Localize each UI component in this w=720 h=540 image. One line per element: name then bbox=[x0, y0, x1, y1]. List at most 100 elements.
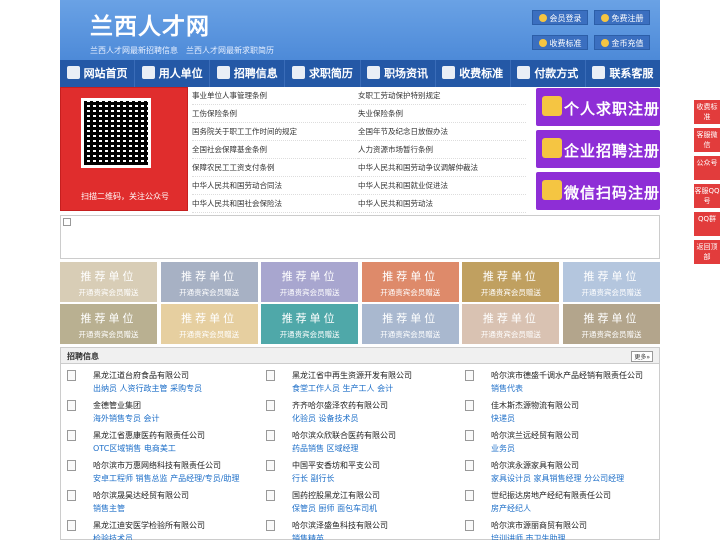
nav-home[interactable]: 网站首页 bbox=[60, 60, 136, 87]
law-link[interactable]: 国务院关于职工工作时间的规定 bbox=[192, 123, 360, 141]
company-name[interactable]: 哈尔滨泽盛鱼科技有限公司 bbox=[292, 520, 388, 531]
company-name[interactable]: 哈尔滨市源丽商贸有限公司 bbox=[491, 520, 587, 531]
job-positions[interactable]: 安卓工程师 销售总监 产品经理/专员/助理 bbox=[93, 473, 239, 484]
job-positions[interactable]: 出纳员 人资行政主管 采购专员 bbox=[93, 383, 202, 394]
company-name[interactable]: 哈尔滨晟昊达经贸有限公司 bbox=[93, 490, 189, 501]
company-name[interactable]: 中国平安香坊和平支公司 bbox=[292, 460, 380, 471]
company-name[interactable]: 黑龙江省惠康医药有限责任公司 bbox=[93, 430, 205, 441]
job-positions[interactable]: 销售代表 bbox=[491, 383, 523, 394]
nav-resumes[interactable]: 求职简历 bbox=[285, 60, 361, 87]
nav-payment[interactable]: 付款方式 bbox=[511, 60, 586, 87]
job-positions[interactable]: 检验技术员 bbox=[93, 533, 133, 540]
job-item[interactable]: 哈尔滨市源丽商贸有限公司培训讲师 市卫生助理 bbox=[459, 518, 655, 540]
company-name[interactable]: 黑龙江道台府食品有限公司 bbox=[93, 370, 189, 381]
job-item[interactable]: 黑龙江迪安医学检验所有限公司检验技术员 bbox=[61, 518, 257, 540]
side-button[interactable]: 客服微信 bbox=[694, 128, 720, 152]
company-name[interactable]: 黑龙江迪安医学检验所有限公司 bbox=[93, 520, 205, 531]
law-link[interactable]: 事业单位人事管理条例 bbox=[192, 87, 360, 105]
recommended-employer-ad[interactable]: 推荐单位 开通贵宾会员赠送 bbox=[60, 304, 157, 344]
company-name[interactable]: 哈尔滨市德盛千调水产品经销有限责任公司 bbox=[491, 370, 643, 381]
recommended-employer-ad[interactable]: 推荐单位 开通贵宾会员赠送 bbox=[361, 304, 459, 344]
side-button[interactable]: 返回顶部 bbox=[694, 240, 720, 264]
job-positions[interactable]: 家具设计员 家具销售经理 分公司经理 bbox=[491, 473, 624, 484]
job-item[interactable]: 世纪振达房地产经纪有限责任公司 房产经纪人 bbox=[459, 488, 655, 518]
job-item[interactable]: 哈尔滨众欣联合医药有限公司 药品销售 区域经理 bbox=[260, 428, 456, 458]
side-button[interactable]: QQ群 bbox=[694, 212, 720, 236]
job-item[interactable]: 齐齐哈尔盛泽农药有限公司 化验员 设备技术员 bbox=[260, 398, 456, 428]
law-link[interactable]: 人力资源市场暂行条例 bbox=[358, 141, 526, 159]
wechat-register-button[interactable]: 微信扫码注册 bbox=[536, 172, 660, 210]
company-name[interactable]: 哈尔滨兰远经贸有限公司 bbox=[491, 430, 579, 441]
law-link[interactable]: 保障农民工工资支付条例 bbox=[192, 159, 360, 177]
job-item[interactable]: 国药控股黑龙江有限公司 保管员 厨师 面包车司机 bbox=[260, 488, 456, 518]
law-link[interactable]: 全国社会保障基金条例 bbox=[192, 141, 360, 159]
recommended-employer-ad[interactable]: 推荐单位 开通贵宾会员赠送 bbox=[160, 304, 258, 344]
company-name[interactable]: 哈尔滨市万惠网络科技有限责任公司 bbox=[93, 460, 221, 471]
job-positions[interactable]: OTC区域销售 电商美工 bbox=[93, 443, 176, 454]
law-link[interactable]: 中华人民共和国社会保险法 bbox=[192, 195, 360, 213]
company-name[interactable]: 哈尔滨永源家具有限公司 bbox=[491, 460, 579, 471]
recommended-employer-ad[interactable]: 推荐单位 开通贵宾会员赠送 bbox=[462, 304, 560, 344]
jobseeker-register-button[interactable]: 个人求职注册 bbox=[536, 88, 660, 126]
law-link[interactable]: 工伤保险条例 bbox=[192, 105, 360, 123]
fees-button[interactable]: 收费标准 bbox=[532, 35, 588, 50]
company-name[interactable]: 齐齐哈尔盛泽农药有限公司 bbox=[292, 400, 388, 411]
recommended-employer-ad[interactable]: 推荐单位 开通贵宾会员赠送 bbox=[60, 262, 157, 302]
more-link[interactable]: 更多» bbox=[631, 351, 653, 362]
job-positions[interactable]: 销售精英 bbox=[292, 533, 324, 540]
job-item[interactable]: 哈尔滨市万惠网络科技有限责任公司安卓工程师 销售总监 产品经理/专员/助理 bbox=[61, 458, 257, 488]
law-link[interactable]: 中华人民共和国劳动法 bbox=[358, 195, 526, 213]
nav-news[interactable]: 职场资讯 bbox=[361, 60, 436, 87]
job-positions[interactable]: 销售主管 bbox=[93, 503, 125, 514]
law-link[interactable]: 中华人民共和国劳动争议调解仲裁法 bbox=[358, 159, 526, 177]
job-item[interactable]: 哈尔滨永源家具有限公司家具设计员 家具销售经理 分公司经理 bbox=[459, 458, 655, 488]
job-item[interactable]: 黑龙江省中再生资源开发有限公司 食堂工作人员 生产工人 会计 bbox=[260, 368, 456, 398]
recommended-employer-ad[interactable]: 推荐单位 开通贵宾会员赠送 bbox=[563, 262, 660, 302]
company-name[interactable]: 哈尔滨众欣联合医药有限公司 bbox=[292, 430, 396, 441]
login-button[interactable]: 会员登录 bbox=[532, 10, 588, 25]
recommended-employer-ad[interactable]: 推荐单位 开通贵宾会员赠送 bbox=[361, 262, 459, 302]
side-button[interactable]: 收费标准 bbox=[694, 100, 720, 124]
job-positions[interactable]: 快递员 bbox=[491, 413, 515, 424]
nav-fees[interactable]: 收费标准 bbox=[436, 60, 511, 87]
law-link[interactable]: 中华人民共和国劳动合同法 bbox=[192, 177, 360, 195]
law-link[interactable]: 全国年节及纪念日放假办法 bbox=[358, 123, 526, 141]
job-item[interactable]: 金德管业集团海外销售专员 会计 bbox=[61, 398, 257, 428]
register-button[interactable]: 免费注册 bbox=[594, 10, 650, 25]
recommended-employer-ad[interactable]: 推荐单位 开通贵宾会员赠送 bbox=[261, 304, 359, 344]
nav-employers[interactable]: 用人单位 bbox=[135, 60, 211, 87]
job-item[interactable]: 哈尔滨泽盛鱼科技有限公司销售精英 bbox=[260, 518, 456, 540]
recommended-employer-ad[interactable]: 推荐单位 开通贵宾会员赠送 bbox=[160, 262, 258, 302]
job-item[interactable]: 佳木斯杰源物流有限公司 快递员 bbox=[459, 398, 655, 428]
side-button[interactable]: 公众号 bbox=[694, 156, 720, 180]
job-positions[interactable]: 培训讲师 市卫生助理 bbox=[491, 533, 566, 540]
job-item[interactable]: 哈尔滨兰远经贸有限公司 业务员 bbox=[459, 428, 655, 458]
law-link[interactable]: 失业保险条例 bbox=[358, 105, 526, 123]
company-name[interactable]: 国药控股黑龙江有限公司 bbox=[292, 490, 380, 501]
company-name[interactable]: 黑龙江省中再生资源开发有限公司 bbox=[292, 370, 412, 381]
company-name[interactable]: 佳木斯杰源物流有限公司 bbox=[491, 400, 579, 411]
site-logo[interactable]: 兰西人才网 bbox=[90, 7, 210, 41]
nav-jobs[interactable]: 招聘信息 bbox=[210, 60, 286, 87]
recharge-button[interactable]: 金币充值 bbox=[594, 35, 650, 50]
company-name[interactable]: 世纪振达房地产经纪有限责任公司 bbox=[491, 490, 611, 501]
job-positions[interactable]: 行长 副行长 bbox=[292, 473, 335, 484]
company-name[interactable]: 金德管业集团 bbox=[93, 400, 141, 411]
job-item[interactable]: 哈尔滨市德盛千调水产品经销有限责任公司 销售代表 bbox=[459, 368, 655, 398]
banner-ad[interactable] bbox=[60, 215, 660, 259]
job-positions[interactable]: 药品销售 区域经理 bbox=[292, 443, 359, 454]
recommended-employer-ad[interactable]: 推荐单位 开通贵宾会员赠送 bbox=[563, 304, 660, 344]
job-positions[interactable]: 化验员 设备技术员 bbox=[292, 413, 359, 424]
job-positions[interactable]: 房产经纪人 bbox=[491, 503, 531, 514]
job-item[interactable]: 中国平安香坊和平支公司 行长 副行长 bbox=[260, 458, 456, 488]
job-item[interactable]: 黑龙江道台府食品有限公司出纳员 人资行政主管 采购专员 bbox=[61, 368, 257, 398]
job-positions[interactable]: 业务员 bbox=[491, 443, 515, 454]
job-positions[interactable]: 海外销售专员 会计 bbox=[93, 413, 160, 424]
law-link[interactable]: 中华人民共和国就业促进法 bbox=[358, 177, 526, 195]
job-item[interactable]: 黑龙江省惠康医药有限责任公司 OTC区域销售 电商美工 bbox=[61, 428, 257, 458]
job-item[interactable]: 哈尔滨晟昊达经贸有限公司 销售主管 bbox=[61, 488, 257, 518]
employer-register-button[interactable]: 企业招聘注册 bbox=[536, 130, 660, 168]
recommended-employer-ad[interactable]: 推荐单位 开通贵宾会员赠送 bbox=[462, 262, 560, 302]
side-button[interactable]: 客服QQ号 bbox=[694, 184, 720, 208]
recommended-employer-ad[interactable]: 推荐单位 开通贵宾会员赠送 bbox=[261, 262, 359, 302]
